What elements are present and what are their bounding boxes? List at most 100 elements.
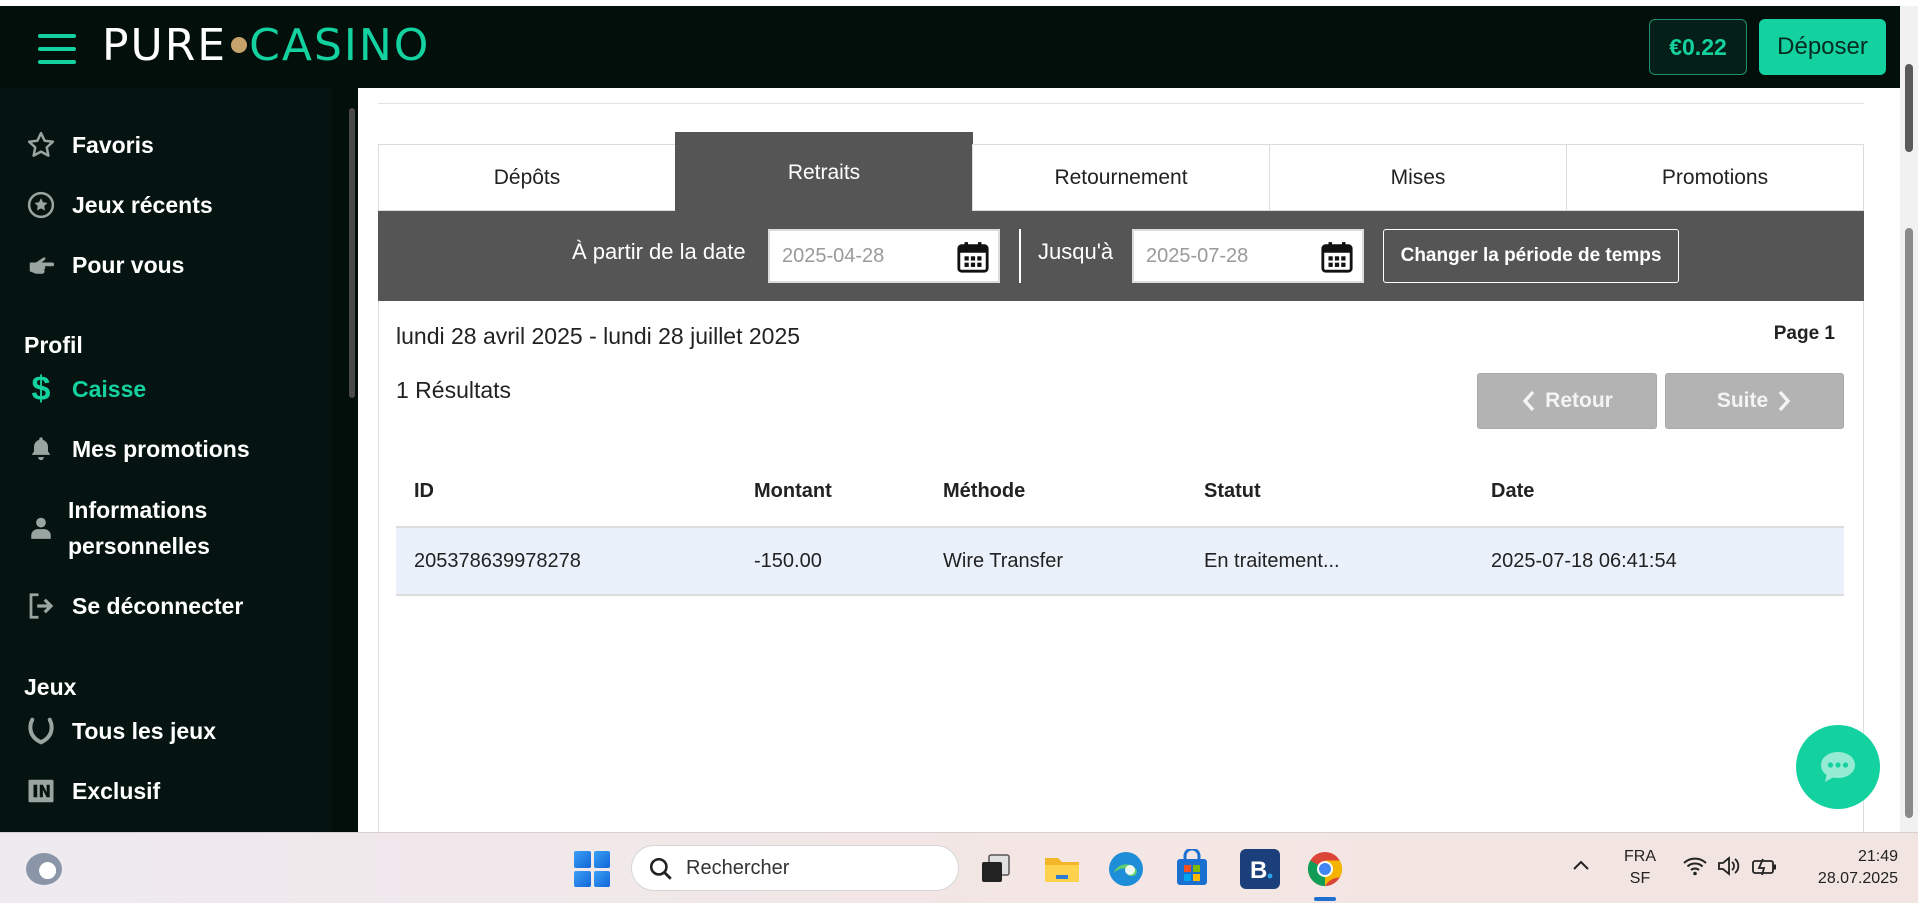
sidebar-item-label: Se déconnecter xyxy=(72,592,244,619)
battery-icon[interactable] xyxy=(1750,855,1778,883)
clock-date: 28.07.2025 xyxy=(1817,870,1898,887)
deposit-button[interactable]: Déposer xyxy=(1759,19,1886,75)
logout-icon xyxy=(24,589,58,623)
bell-icon xyxy=(24,432,58,466)
user-icon xyxy=(24,511,58,545)
cell-date: 2025-07-18 06:41:54 xyxy=(1491,550,1677,572)
from-date-value: 2025-04-28 xyxy=(782,244,885,267)
task-view-icon[interactable] xyxy=(976,849,1016,889)
sidebar-item-label: Jeux récents xyxy=(72,191,213,218)
language-code: FRA xyxy=(1624,848,1656,865)
taskbar-search-placeholder: Rechercher xyxy=(686,856,790,879)
sidebar-item-all-games[interactable]: Tous les jeux xyxy=(24,714,216,748)
page-scrollbar[interactable] xyxy=(1900,6,1918,832)
sidebar-scrollbar[interactable] xyxy=(348,88,358,832)
active-app-indicator xyxy=(1314,897,1336,901)
col-header-amount: Montant xyxy=(754,480,832,502)
chat-bubble-icon xyxy=(1821,752,1855,782)
sidebar-section-games: Jeux xyxy=(24,674,77,700)
sidebar-item-for-you[interactable]: Pour vous xyxy=(24,248,184,282)
page-scrollbar-thumb[interactable] xyxy=(1905,228,1913,818)
filter-separator xyxy=(1019,229,1021,283)
tab-deposits[interactable]: Dépôts xyxy=(378,144,676,211)
sidebar-item-recent-games[interactable]: Jeux récents xyxy=(24,188,213,222)
weather-widget-icon[interactable] xyxy=(26,853,62,885)
cell-amount: -150.00 xyxy=(754,550,822,572)
tab-promotions[interactable]: Promotions xyxy=(1566,144,1864,211)
svg-text:B: B xyxy=(1250,857,1267,884)
keyboard-language[interactable]: FRA SF xyxy=(1618,846,1662,890)
sidebar-item-cashier[interactable]: $ Caisse xyxy=(24,369,147,408)
sidebar-item-label-line2: personnelles xyxy=(68,533,210,559)
clock[interactable]: 21:49 28.07.2025 xyxy=(1800,846,1898,890)
logo-pure-text: PURE xyxy=(102,19,228,71)
menu-icon[interactable] xyxy=(38,34,76,64)
from-date-input[interactable]: 2025-04-28 xyxy=(768,229,1000,283)
to-date-label: Jusqu'à xyxy=(1038,239,1114,264)
cell-id: 205378639978278 xyxy=(414,550,581,572)
cell-status: En traitement... xyxy=(1204,550,1340,572)
windows-start-icon[interactable] xyxy=(574,851,610,887)
sidebar-item-label: Exclusif xyxy=(72,777,161,804)
col-header-status: Statut xyxy=(1204,480,1261,502)
microsoft-store-icon[interactable] xyxy=(1172,847,1212,889)
clock-time: 21:49 xyxy=(1857,848,1898,865)
file-explorer-icon[interactable] xyxy=(1042,849,1082,889)
exclusive-icon xyxy=(24,774,58,808)
withdrawals-table: ID Montant Méthode Statut Date 205378639… xyxy=(396,460,1844,596)
sidebar-item-favorites[interactable]: Favoris xyxy=(24,128,154,162)
sidebar-item-logout[interactable]: Se déconnecter xyxy=(24,589,243,623)
sidebar-item-label-wrap: Informations personnelles xyxy=(68,492,210,564)
site-logo[interactable]: PURE CASINO xyxy=(102,19,431,71)
chat-button[interactable] xyxy=(1796,725,1880,809)
wifi-icon[interactable] xyxy=(1682,855,1708,883)
tray-chevron-up-icon[interactable] xyxy=(1570,855,1592,883)
sidebar-item-exclusive[interactable]: Exclusif xyxy=(24,774,160,808)
sidebar-item-personal-info[interactable]: Informations personnelles xyxy=(24,492,210,564)
tab-bets[interactable]: Mises xyxy=(1269,144,1567,211)
volume-icon[interactable] xyxy=(1716,855,1742,883)
sidebar-scrollbar-thumb[interactable] xyxy=(349,108,355,398)
table-row[interactable]: 205378639978278 -150.00 Wire Transfer En… xyxy=(396,526,1844,596)
sidebar-item-label: Mes promotions xyxy=(72,435,250,462)
col-header-id: ID xyxy=(414,480,434,502)
dollar-icon: $ xyxy=(31,369,51,408)
table-header: ID Montant Méthode Statut Date xyxy=(396,460,1844,526)
logo-dot-icon xyxy=(231,37,248,53)
to-date-input[interactable]: 2025-07-28 xyxy=(1132,229,1364,283)
windows-taskbar: Rechercher B FRA SF 21:49 28.07.2025 xyxy=(0,832,1918,903)
transaction-tabs: Dépôts Retraits Retournement Mises Promo… xyxy=(378,132,1864,211)
booking-app-icon[interactable]: B xyxy=(1240,849,1280,889)
chevron-left-icon xyxy=(1522,390,1535,412)
chevron-right-icon xyxy=(1778,390,1791,412)
edge-browser-icon[interactable] xyxy=(1106,849,1146,889)
page-label: Page 1 xyxy=(1773,323,1835,344)
sidebar-item-label-line1: Informations xyxy=(68,497,208,523)
tab-withdrawals[interactable]: Retraits xyxy=(675,132,973,211)
to-date-value: 2025-07-28 xyxy=(1146,244,1249,267)
taskbar-search-input[interactable]: Rechercher xyxy=(631,845,959,891)
balance-button[interactable]: €0.22 xyxy=(1649,19,1747,75)
top-divider xyxy=(378,103,1864,104)
tab-rollover[interactable]: Retournement xyxy=(972,144,1270,211)
recent-star-icon xyxy=(24,188,58,222)
back-button[interactable]: Retour xyxy=(1477,373,1657,429)
sidebar-item-label: Favoris xyxy=(72,131,154,158)
calendar-icon[interactable] xyxy=(1320,239,1354,275)
date-range-text: lundi 28 avril 2025 - lundi 28 juillet 2… xyxy=(396,323,801,349)
change-period-button[interactable]: Changer la période de temps xyxy=(1383,229,1679,283)
page-scrollbar-thumb-top[interactable] xyxy=(1905,64,1913,152)
sidebar-item-label: Tous les jeux xyxy=(72,717,217,744)
from-date-label: À partir de la date xyxy=(572,239,746,264)
sidebar-item-label: Pour vous xyxy=(72,251,185,278)
calendar-icon[interactable] xyxy=(956,239,990,275)
chrome-browser-icon[interactable] xyxy=(1305,849,1345,889)
layout-code: SF xyxy=(1629,870,1651,887)
sidebar-item-my-promotions[interactable]: Mes promotions xyxy=(24,432,250,466)
next-button-label: Suite xyxy=(1716,389,1769,412)
sidebar-section-profile: Profil xyxy=(24,332,83,358)
col-header-method: Méthode xyxy=(943,480,1026,502)
next-button[interactable]: Suite xyxy=(1665,373,1844,429)
pointing-hand-icon xyxy=(24,248,58,282)
logo-casino-text: CASINO xyxy=(249,19,431,71)
